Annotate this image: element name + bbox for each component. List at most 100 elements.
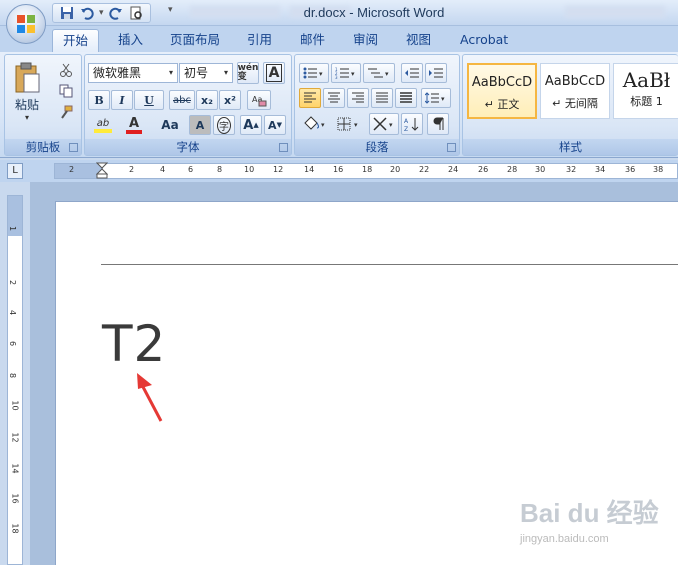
tab-review[interactable]: 审阅 (353, 29, 378, 52)
highlight-label: ab (96, 117, 110, 129)
style-sample: AaBł (622, 68, 671, 92)
style-no-spacing[interactable]: AaBbCcD ↵ 无间隔 (540, 63, 610, 119)
increase-indent-icon (429, 68, 443, 78)
show-marks-button[interactable] (427, 113, 449, 135)
char-border-button[interactable]: A (263, 62, 285, 84)
decrease-indent-icon (405, 68, 419, 78)
phonetic-guide-button[interactable]: wén 变 (237, 62, 259, 84)
paragraph-launcher-icon[interactable] (447, 143, 456, 152)
justify-icon (376, 92, 388, 103)
ruler-number: 6 (8, 340, 18, 347)
shrink-font-button[interactable]: A ▼ (264, 115, 286, 135)
ruler-number: 1 (8, 225, 18, 232)
increase-indent-button[interactable] (425, 63, 447, 83)
italic-button[interactable]: I (111, 90, 133, 110)
justify-button[interactable] (371, 88, 393, 108)
sort-button[interactable]: AZ (401, 113, 423, 135)
ruler-number: 10 (244, 165, 255, 174)
borders-button[interactable]: ▾ (333, 113, 365, 135)
shrink-font-label: A (268, 118, 277, 132)
ruler-number: 20 (390, 165, 401, 174)
highlight-button[interactable]: ab (88, 115, 118, 135)
align-center-button[interactable] (323, 88, 345, 108)
strikethrough-button[interactable]: abc (169, 90, 195, 110)
ruler-number: 12 (10, 432, 20, 443)
pilcrow-icon (433, 117, 444, 130)
tab-acrobat[interactable]: Acrobat (460, 29, 508, 52)
format-painter-button[interactable] (57, 103, 75, 121)
align-right-icon (352, 92, 364, 103)
cut-button[interactable] (57, 61, 75, 79)
ruler-number: 28 (507, 165, 518, 174)
style-sample: AaBbCcD (471, 75, 533, 90)
style-heading-1[interactable]: AaBł 标题 1 (613, 63, 678, 119)
eraser-icon: Aa (252, 95, 267, 107)
change-case-button[interactable]: Aa (155, 115, 185, 135)
style-normal[interactable]: AaBbCcD ↵ 正文 (467, 63, 537, 119)
distributed-button[interactable] (395, 88, 417, 108)
bullets-button[interactable]: ▾ (299, 63, 329, 83)
tab-references[interactable]: 引用 (247, 29, 272, 52)
font-size-dropdown[interactable]: 初号 ▾ (179, 63, 233, 83)
decrease-indent-button[interactable] (401, 63, 423, 83)
line-spacing-button[interactable]: ▾ (421, 88, 451, 108)
style-name: ↵ 正文 (484, 98, 520, 111)
align-right-button[interactable] (347, 88, 369, 108)
office-button[interactable] (6, 4, 46, 44)
clear-formatting-button[interactable]: Aa (247, 90, 271, 110)
paste-button[interactable]: 粘贴 ▾ (9, 61, 45, 123)
style-name: 标题 1 (630, 95, 663, 108)
font-name-dropdown[interactable]: 微软雅黑 ▾ (88, 63, 178, 83)
ruler-row: L 2 2 4 6 8 10 12 14 16 18 20 22 24 26 28 30 32 34 36 38 (0, 160, 678, 182)
ruler-number: 6 (188, 165, 194, 174)
ruler-number: 22 (419, 165, 430, 174)
svg-text:3: 3 (335, 75, 338, 79)
font-launcher-icon[interactable] (279, 143, 288, 152)
font-name-value: 微软雅黑 (93, 66, 142, 80)
svg-text:▾: ▾ (385, 70, 389, 78)
scissors-icon (60, 63, 72, 77)
paste-label: 粘贴 (14, 98, 39, 112)
ruler-number: 18 (10, 523, 20, 534)
ruler-number: 2 (129, 165, 135, 174)
watermark: Bai du 经验 jingyan.baidu.com (520, 493, 670, 555)
ruler-number: 32 (566, 165, 577, 174)
tab-view[interactable]: 视图 (406, 29, 431, 52)
svg-text:▾: ▾ (441, 95, 445, 103)
copy-button[interactable] (57, 82, 75, 100)
enclose-char-button[interactable]: 字 (213, 115, 235, 135)
svg-text:▾: ▾ (321, 121, 325, 129)
watermark-brand: Bai du 经验 (520, 498, 659, 528)
underline-button[interactable]: U (134, 90, 164, 110)
horizontal-ruler[interactable]: 2 2 4 6 8 10 12 14 16 18 20 22 24 26 28 30 32 34 36 38 (54, 162, 678, 180)
tab-selector[interactable]: L (7, 163, 23, 179)
ruler-number: 10 (10, 400, 20, 411)
indent-marker-icon[interactable] (96, 162, 108, 180)
multilevel-list-button[interactable]: ▾ (363, 63, 395, 83)
bold-button[interactable]: B (88, 90, 110, 110)
vertical-ruler[interactable]: 1 2 4 6 8 10 12 14 16 18 (7, 195, 23, 565)
clipboard-launcher-icon[interactable] (69, 143, 78, 152)
ribbon-tabs: 开始 插入 页面布局 引用 邮件 审阅 视图 Acrobat (0, 26, 678, 52)
paste-dropdown-icon[interactable]: ▾ (25, 113, 29, 122)
shading-button[interactable]: ▾ (299, 113, 331, 135)
numbering-button[interactable]: 1 2 3 ▾ (331, 63, 361, 83)
grow-font-button[interactable]: A ▲ (240, 115, 262, 135)
tab-page-layout[interactable]: 页面布局 (170, 29, 220, 52)
ruler-number: 30 (535, 165, 546, 174)
superscript-button[interactable]: x² (219, 90, 241, 110)
ruler-number: 38 (653, 165, 664, 174)
title-bar: ▾ ▾ dr.docx - Microsoft Word (0, 0, 678, 26)
tab-home[interactable]: 开始 (52, 29, 100, 52)
tab-insert[interactable]: 插入 (118, 29, 143, 52)
svg-text:A: A (404, 118, 409, 125)
char-shading-button[interactable]: A (189, 115, 211, 135)
chinese-layout-button[interactable]: ▾ (369, 113, 399, 135)
tab-mailings[interactable]: 邮件 (300, 29, 325, 52)
font-color-button[interactable]: A (121, 115, 147, 135)
align-left-button[interactable] (299, 88, 321, 108)
sort-icon: AZ (404, 118, 419, 132)
subscript-button[interactable]: x₂ (196, 90, 218, 110)
align-left-icon (304, 92, 316, 103)
ruler-number: 12 (273, 165, 284, 174)
